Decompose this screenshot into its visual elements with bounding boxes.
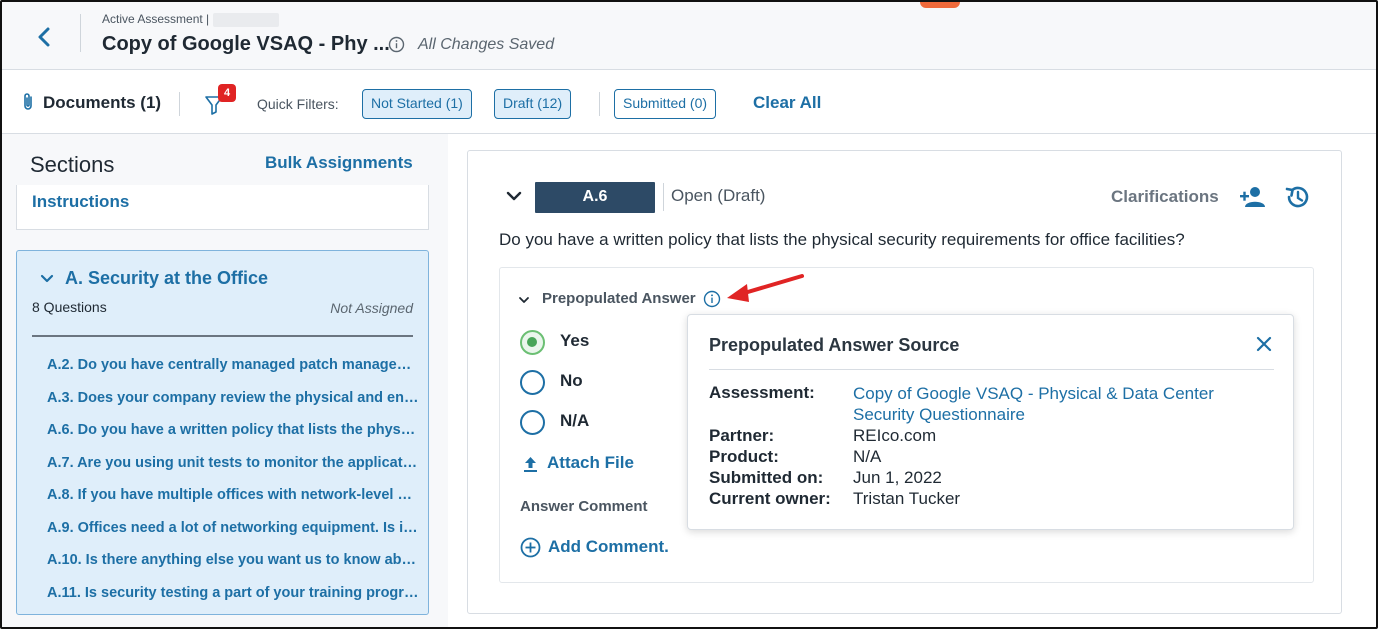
chevron-left-icon bbox=[38, 27, 50, 47]
toolbar-divider bbox=[179, 92, 180, 116]
section-assignment: Not Assigned bbox=[330, 300, 413, 316]
close-icon[interactable] bbox=[1255, 335, 1273, 353]
popover-value: N/A bbox=[853, 447, 882, 466]
section-name[interactable]: A. Security at the Office bbox=[65, 268, 268, 289]
popover-key: Partner: bbox=[709, 426, 775, 445]
filter-chip-draft[interactable]: Draft (12) bbox=[494, 89, 572, 119]
popover-value: Tristan Tucker bbox=[853, 489, 961, 508]
chevron-down-icon[interactable] bbox=[505, 187, 523, 205]
question-link[interactable]: A.10. Is there anything else you want us… bbox=[47, 550, 419, 583]
chevron-down-icon[interactable] bbox=[518, 293, 530, 305]
popover-divider bbox=[709, 369, 1274, 370]
paperclip-icon[interactable] bbox=[20, 92, 36, 112]
popover-key: Current owner: bbox=[709, 489, 831, 508]
question-link[interactable]: A.7. Are you using unit tests to monitor… bbox=[47, 453, 419, 486]
bulk-assignments-link[interactable]: Bulk Assignments bbox=[265, 153, 413, 173]
info-icon[interactable] bbox=[388, 36, 405, 53]
answer-comment-label: Answer Comment bbox=[520, 498, 648, 515]
question-list: A.2. Do you have centrally managed patch… bbox=[47, 355, 419, 615]
question-status: Open (Draft) bbox=[671, 186, 766, 205]
header-divider bbox=[80, 14, 81, 52]
question-id-badge: A.6 bbox=[535, 182, 655, 213]
instructions-label: Instructions bbox=[32, 192, 130, 211]
popover-key: Assessment: bbox=[709, 383, 815, 402]
quick-filters-label: Quick Filters: bbox=[257, 96, 339, 112]
question-link[interactable]: A.6. Do you have a written policy that l… bbox=[47, 420, 419, 453]
radio-label: Yes bbox=[560, 331, 590, 350]
sections-sidebar: Sections Bulk Assignments Instructions A… bbox=[2, 134, 448, 627]
question-link[interactable]: A.8. If you have multiple offices with n… bbox=[47, 485, 419, 518]
badge-divider bbox=[663, 183, 664, 211]
toolbar: Documents (1) 4 Quick Filters: Not Start… bbox=[2, 70, 1376, 134]
section-question-count: 8 Questions bbox=[32, 299, 107, 315]
page-title: Copy of Google VSAQ - Phy ... bbox=[102, 33, 390, 55]
add-person-icon[interactable] bbox=[1238, 184, 1266, 210]
sections-title: Sections bbox=[30, 152, 115, 177]
annotation-arrow-icon bbox=[727, 274, 804, 302]
section-divider bbox=[32, 335, 413, 337]
popover-title: Prepopulated Answer Source bbox=[709, 335, 960, 355]
radio-label: N/A bbox=[560, 411, 590, 430]
save-status: All Changes Saved bbox=[418, 36, 555, 53]
history-icon[interactable] bbox=[1283, 183, 1311, 211]
add-comment-label: Add Comment. bbox=[548, 537, 669, 556]
upload-icon bbox=[522, 455, 539, 473]
radio-button[interactable] bbox=[520, 370, 545, 395]
popover-key: Submitted on: bbox=[709, 468, 824, 487]
popover-key: Product: bbox=[709, 447, 779, 466]
question-text: Do you have a written policy that lists … bbox=[499, 230, 1185, 249]
redacted-text bbox=[213, 12, 280, 27]
attach-file-label: Attach File bbox=[547, 453, 634, 472]
question-link[interactable]: A.9. Offices need a lot of networking eq… bbox=[47, 518, 419, 551]
page-header: Active Assessment | Copy of Google VSAQ … bbox=[2, 2, 1376, 70]
notification-tab[interactable] bbox=[920, 2, 960, 8]
filter-count-badge: 4 bbox=[218, 84, 236, 102]
radio-button[interactable] bbox=[520, 410, 545, 435]
question-link[interactable]: A.2. Do you have centrally managed patch… bbox=[47, 355, 419, 388]
documents-button[interactable]: Documents (1) bbox=[43, 93, 161, 113]
back-button[interactable] bbox=[30, 22, 60, 52]
question-link[interactable]: A.3. Does your company review the physic… bbox=[47, 388, 419, 421]
filter-chip-submitted[interactable]: Submitted (0) bbox=[614, 89, 717, 119]
clarifications-button[interactable]: Clarifications bbox=[1111, 187, 1219, 207]
app-window: Active Assessment | Copy of Google VSAQ … bbox=[0, 0, 1378, 629]
radio-button[interactable] bbox=[520, 330, 545, 355]
popover-value: REIco.com bbox=[853, 426, 937, 445]
popover-value: Jun 1, 2022 bbox=[853, 468, 942, 487]
prepopulated-source-popover: Prepopulated Answer Source Assessment: C… bbox=[687, 314, 1294, 530]
prepopulated-answer-label[interactable]: Prepopulated Answer bbox=[542, 290, 696, 307]
toolbar-divider bbox=[599, 92, 600, 116]
instructions-item[interactable]: Instructions bbox=[16, 185, 429, 230]
question-link[interactable]: A.11. Is security testing a part of your… bbox=[47, 583, 419, 616]
chevron-down-icon[interactable] bbox=[39, 271, 55, 287]
assessment-link[interactable]: Copy of Google VSAQ - Physical & Data Ce… bbox=[853, 383, 1253, 425]
section-card: A. Security at the Office 8 Questions No… bbox=[16, 250, 429, 615]
plus-circle-icon bbox=[520, 537, 541, 558]
radio-label: No bbox=[560, 371, 583, 390]
filter-chip-not-started[interactable]: Not Started (1) bbox=[362, 89, 472, 119]
clear-all-link[interactable]: Clear All bbox=[753, 93, 821, 113]
header-subtitle: Active Assessment | bbox=[102, 12, 280, 27]
